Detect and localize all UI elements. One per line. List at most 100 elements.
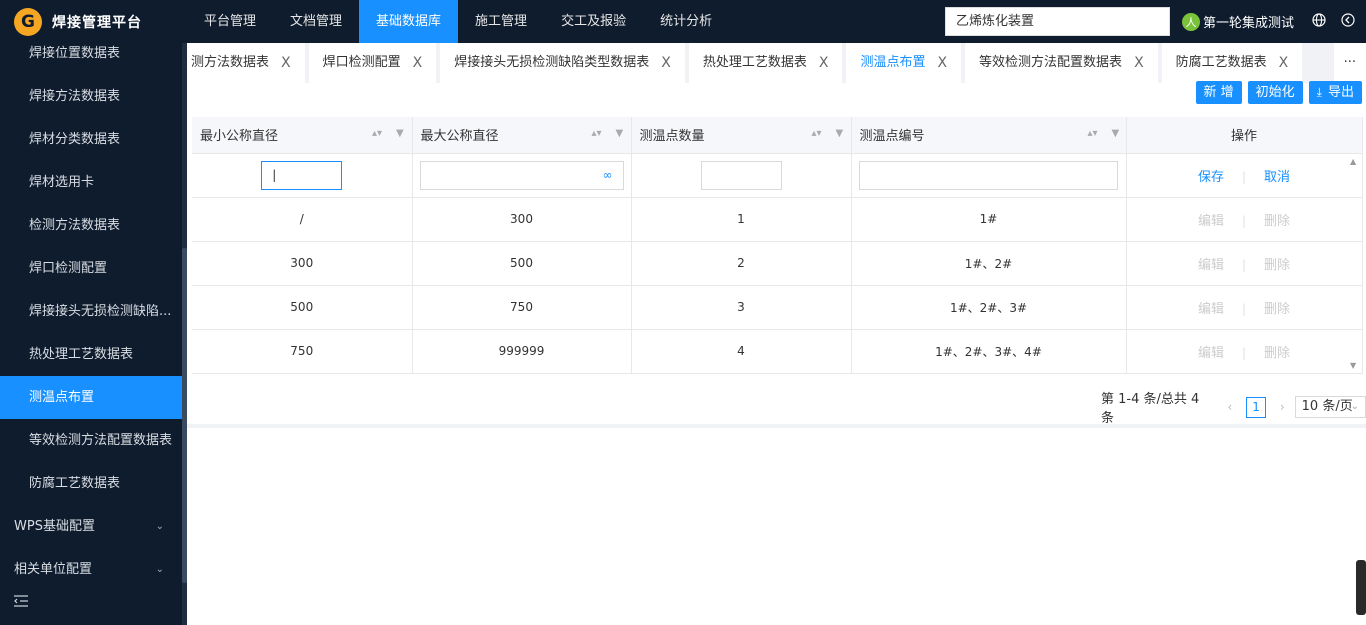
- filter-icon[interactable]: ▼: [616, 128, 624, 139]
- min-diameter-input[interactable]: |: [261, 160, 343, 190]
- sidebar-item-ndt-defects[interactable]: 焊接接头无损检测缺陷...: [0, 290, 182, 333]
- chevron-right-icon[interactable]: ›: [1280, 400, 1285, 414]
- delete-button[interactable]: 删除: [1264, 346, 1290, 361]
- sidebar-item-material-card[interactable]: 焊材选用卡: [0, 161, 182, 204]
- max-diameter-input[interactable]: ∞: [419, 160, 624, 190]
- column-header-max-diameter[interactable]: 最大公称直径 ▴▾ ▼: [412, 117, 632, 154]
- sidebar-item-equivalent-inspection[interactable]: 等效检测方法配置数据表: [0, 419, 182, 462]
- sidebar-group-units[interactable]: 相关单位配置 ⌄: [0, 548, 182, 591]
- toolbar: 新 增 初始化 ⤓ 导出: [1190, 81, 1362, 104]
- data-table: 最小公称直径 ▴▾ ▼ 最大公称直径 ▴▾ ▼ 测温点数量 ▴▾ ▼ 测温点编号 ▴▾ ▼ 操作…: [192, 117, 1363, 374]
- close-icon[interactable]: X: [1134, 43, 1144, 83]
- tab-equivalent-inspection[interactable]: 等效检测方法配置数据表 X: [965, 43, 1158, 83]
- cancel-button[interactable]: 取消: [1264, 170, 1290, 185]
- sidebar-item-anticorrosion[interactable]: 防腐工艺数据表: [0, 462, 182, 505]
- close-icon[interactable]: X: [1279, 43, 1289, 83]
- tab-anticorrosion[interactable]: 防腐工艺数据表 X: [1161, 43, 1303, 83]
- column-header-min-diameter[interactable]: 最小公称直径 ▴▾ ▼: [192, 117, 413, 154]
- initialize-button[interactable]: 初始化: [1247, 81, 1303, 104]
- sort-icon[interactable]: ▴▾: [592, 128, 602, 139]
- user-menu[interactable]: 人 第一轮集成测试: [1182, 12, 1294, 31]
- sidebar-scrollbar[interactable]: [182, 43, 187, 625]
- cell-min-diameter: 300: [192, 241, 413, 286]
- filter-icon[interactable]: ▼: [836, 128, 844, 139]
- edit-button[interactable]: 编辑: [1198, 346, 1224, 361]
- cell-max-diameter: 500: [412, 241, 632, 286]
- tab-inspection-methods[interactable]: 测方法数据表 X: [187, 43, 305, 83]
- edit-button[interactable]: 编辑: [1198, 258, 1224, 273]
- filter-icon[interactable]: ▼: [396, 128, 404, 139]
- nav-documents[interactable]: 文档管理: [273, 0, 359, 43]
- logout-icon[interactable]: [1340, 13, 1356, 29]
- nav-platform[interactable]: 平台管理: [187, 0, 273, 43]
- tab-label: 测温点布置: [860, 55, 926, 70]
- cell-max-diameter: 300: [412, 197, 632, 242]
- nav-statistics[interactable]: 统计分析: [643, 0, 729, 43]
- filter-icon[interactable]: ▼: [1112, 128, 1120, 139]
- column-header-point-count[interactable]: 测温点数量 ▴▾ ▼: [631, 117, 852, 154]
- sidebar-item-temp-points[interactable]: 测温点布置: [0, 376, 182, 419]
- sidebar-item-joint-inspection[interactable]: 焊口检测配置: [0, 247, 182, 290]
- page-size-select[interactable]: 10 条/页 ⌄: [1294, 396, 1366, 418]
- scroll-up-icon[interactable]: ▲: [1350, 157, 1356, 166]
- table-row: 500 750 3 1#、2#、3# 编辑 | 删除: [192, 285, 1363, 330]
- edit-button[interactable]: 编辑: [1198, 214, 1224, 229]
- scroll-handle[interactable]: [1356, 560, 1366, 615]
- point-codes-input[interactable]: [859, 160, 1118, 190]
- sidebar-item-weld-position[interactable]: 焊接位置数据表: [0, 32, 182, 75]
- sidebar-item-material-class[interactable]: 焊材分类数据表: [0, 118, 182, 161]
- close-icon[interactable]: X: [937, 43, 947, 83]
- tab-joint-inspection[interactable]: 焊口检测配置 X: [308, 43, 437, 83]
- delete-button[interactable]: 删除: [1264, 258, 1290, 273]
- sidebar-item-inspection-method[interactable]: 检测方法数据表: [0, 204, 182, 247]
- content-divider: [187, 424, 1366, 428]
- tab-label: 焊接接头无损检测缺陷类型数据表: [454, 55, 650, 70]
- sort-icon[interactable]: ▴▾: [1088, 128, 1098, 139]
- tab-bar: 测方法数据表 X 焊口检测配置 X 焊接接头无损检测缺陷类型数据表 X 热处理工艺数据…: [187, 43, 1366, 83]
- tab-more-button[interactable]: ···: [1333, 43, 1366, 83]
- tab-label: 防腐工艺数据表: [1175, 55, 1267, 70]
- cell-max-diameter: 750: [412, 285, 632, 330]
- close-icon[interactable]: X: [281, 43, 291, 83]
- save-button[interactable]: 保存: [1198, 170, 1224, 185]
- scrollbar-thumb[interactable]: [182, 248, 187, 583]
- close-icon[interactable]: X: [413, 43, 423, 83]
- chevron-down-icon: ⌄: [155, 521, 164, 532]
- tab-ndt-defects[interactable]: 焊接接头无损检测缺陷类型数据表 X: [440, 43, 685, 83]
- nav-handover[interactable]: 交工及报验: [544, 0, 643, 43]
- sort-icon[interactable]: ▴▾: [812, 128, 822, 139]
- sidebar-group-wps[interactable]: WPS基础配置 ⌄: [0, 505, 182, 548]
- delete-button[interactable]: 删除: [1264, 214, 1290, 229]
- menu-collapse-icon[interactable]: [14, 595, 28, 611]
- cell-point-codes: 1#、2#、3#、4#: [851, 329, 1127, 374]
- cell-point-count: 1: [631, 197, 852, 242]
- tab-heat-treatment[interactable]: 热处理工艺数据表 X: [688, 43, 843, 83]
- project-selector[interactable]: 乙烯炼化装置: [945, 7, 1170, 36]
- edit-button[interactable]: 编辑: [1198, 302, 1224, 317]
- column-header-point-codes[interactable]: 测温点编号 ▴▾ ▼: [851, 117, 1127, 154]
- close-icon[interactable]: X: [819, 43, 829, 83]
- sidebar-item-weld-method[interactable]: 焊接方法数据表: [0, 75, 182, 118]
- divider: |: [1241, 345, 1247, 360]
- sidebar-group-label: 相关单位配置: [14, 562, 93, 577]
- table-scrollbar[interactable]: ▲ ▼: [1347, 155, 1362, 373]
- tab-temp-points[interactable]: 测温点布置 X: [846, 43, 962, 83]
- chevron-left-icon[interactable]: ‹: [1227, 400, 1232, 414]
- export-button[interactable]: ⤓ 导出: [1308, 81, 1362, 104]
- nav-construction[interactable]: 施工管理: [458, 0, 544, 43]
- tab-label: 等效检测方法配置数据表: [979, 55, 1123, 70]
- cell-min-diameter: 500: [192, 285, 413, 330]
- cell-point-count: 2: [631, 241, 852, 286]
- add-button[interactable]: 新 增: [1195, 81, 1242, 104]
- scroll-down-icon[interactable]: ▼: [1350, 361, 1356, 370]
- point-count-input[interactable]: [700, 160, 782, 190]
- page-button-current[interactable]: 1: [1246, 396, 1266, 418]
- sort-icon[interactable]: ▴▾: [372, 128, 382, 139]
- divider: |: [1241, 301, 1247, 316]
- globe-icon[interactable]: [1311, 13, 1327, 29]
- delete-button[interactable]: 删除: [1264, 302, 1290, 317]
- close-icon[interactable]: X: [661, 43, 671, 83]
- page-size-label: 10 条/页: [1301, 399, 1353, 414]
- nav-base-database[interactable]: 基础数据库: [359, 0, 459, 43]
- sidebar-item-heat-treatment[interactable]: 热处理工艺数据表: [0, 333, 182, 376]
